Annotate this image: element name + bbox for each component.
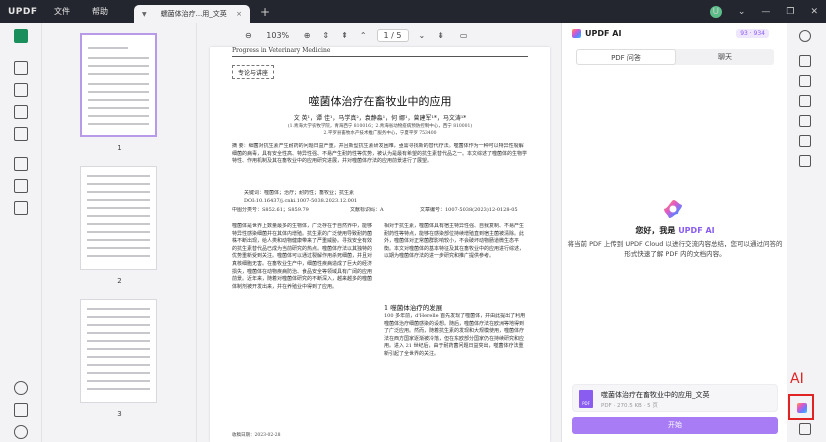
thumbnail-panel: 1 2 3 — [42, 23, 197, 442]
zoom-in-icon[interactable]: ⊕ — [304, 31, 311, 40]
file-card[interactable]: PDF 噬菌体治疗在畜牧业中的应用_文英 PDF · 270.5 KB · 5 … — [572, 384, 778, 412]
tab-chat[interactable]: 聊天 — [676, 49, 774, 65]
ai-panel-title: UPDF AI — [585, 29, 622, 38]
search-icon[interactable] — [799, 30, 811, 42]
paper-title: 噬菌体治疗在畜牧业中的应用 — [308, 95, 452, 108]
chevron-down-icon[interactable]: ⌄ — [738, 7, 746, 17]
protect-tool-icon[interactable] — [14, 127, 28, 141]
document-tab[interactable]: ▼ 蠕菌体治疗...用_文英 × — [134, 5, 250, 23]
first-page-icon[interactable]: ⇞ — [341, 31, 348, 40]
document-page: Progress in Veterinary Medicine 专论与讲座 噬菌… — [210, 47, 550, 442]
ai-button-highlight[interactable] — [788, 394, 814, 420]
thumbnail-label: 2 — [117, 277, 122, 285]
comment-tool-icon[interactable] — [14, 61, 28, 75]
menu-help[interactable]: 帮助 — [92, 6, 108, 17]
pdf-file-icon: PDF — [579, 390, 593, 408]
maximize-icon[interactable]: ❐ — [786, 7, 794, 17]
form-tool-icon[interactable] — [14, 105, 28, 119]
updf-ai-button-icon[interactable] — [797, 403, 807, 413]
received-date: 收稿日期：2023-02-28 — [232, 433, 281, 438]
share-icon[interactable] — [799, 115, 811, 127]
header-rule — [232, 56, 528, 57]
annotation-label: AI — [790, 371, 804, 387]
zoom-out-icon[interactable]: ⊖ — [245, 31, 252, 40]
body-column-2b: 100 多年前，d'Herelle 首先发现了噬菌体，并由此提出了利用噬菌体治疗… — [384, 313, 526, 357]
paper-authors: 文 英¹，谭 佳¹，马学真²，袁静淼¹，何 娜¹，曾建军¹*，马文涛¹* — [293, 115, 467, 122]
title-bar: UPDF 文件 帮助 ▼ 蠕菌体治疗...用_文英 × + U ⌄ — ❐ ✕ — [0, 0, 826, 23]
window-controls: U ⌄ — ❐ ✕ — [702, 0, 826, 23]
save-icon[interactable] — [799, 155, 811, 167]
thumbnail-page-1[interactable] — [80, 33, 157, 137]
section-heading: 1 噬菌体治疗的发展 — [384, 304, 443, 312]
column-tag: 专论与讲座 — [232, 65, 274, 79]
new-tab-button[interactable]: + — [260, 5, 270, 19]
file-name: 噬菌体治疗在畜牧业中的应用_文英 — [601, 391, 710, 399]
zoom-level[interactable]: 103% — [258, 31, 298, 40]
journal-name: Progress in Veterinary Medicine — [232, 47, 331, 54]
page-tool-icon[interactable] — [14, 201, 28, 215]
abstract: 摘 要：细菌对抗生素产生耐药的问题日益严重，并且新型抗生素研发困难，亟需寻找新的… — [232, 143, 528, 165]
body-column-2: 相对于抗生素，噬菌体具有宿主特异性强、自我复制、不易产生耐药性等特点，能够在感染… — [384, 223, 525, 260]
updf-ai-logo-icon — [664, 200, 682, 218]
convert-icon[interactable] — [799, 75, 811, 87]
start-button[interactable]: 开始 — [572, 417, 778, 434]
email-icon[interactable] — [799, 135, 811, 147]
reader-tool-icon[interactable] — [14, 29, 28, 43]
tab-pdf-qa[interactable]: PDF 问答 — [576, 49, 676, 65]
clc-number: 中图分类号：S852.61；S859.79 — [232, 207, 309, 213]
page-indicator[interactable]: 1 / 5 — [376, 28, 409, 42]
thumbnail-page-3[interactable] — [80, 299, 157, 403]
ai-tab-bar: PDF 问答 聊天 — [576, 49, 774, 65]
affiliation-2: 2.平罗县畜牧水产技术推广服务中心，宁夏平罗 753400 — [323, 131, 437, 136]
file-meta: PDF · 270.5 KB · 5 页 — [601, 403, 658, 409]
ocr-icon[interactable] — [799, 55, 811, 67]
close-window-icon[interactable]: ✕ — [810, 7, 818, 17]
affiliation-1: (1.青海大学农牧学院，青海西宁 810016；2.青海省动物疫病预防控制中心，… — [287, 124, 473, 129]
ai-description: 将当前 PDF 上传到 UPDF Cloud 以进行交流内容总结，您可以通过问答… — [567, 240, 783, 258]
thumbnail-label: 3 — [117, 410, 122, 418]
fit-page-icon[interactable]: ⇕ — [322, 31, 329, 40]
bookmark-icon[interactable] — [14, 403, 28, 417]
updf-ai-icon — [572, 29, 581, 38]
user-avatar[interactable]: U — [709, 5, 722, 18]
comment-icon[interactable]: ▭ — [460, 31, 468, 40]
thumbnail-page-2[interactable] — [80, 166, 157, 270]
thumbnail-label: 1 — [117, 144, 122, 152]
minimize-icon[interactable]: — — [761, 7, 770, 17]
tab-close-icon[interactable]: × — [236, 10, 242, 18]
ai-panel: UPDF AI 93 · 934 PDF 问答 聊天 您好，我是 UPDF AI… — [561, 23, 787, 442]
left-toolbar — [0, 23, 42, 442]
ai-credits-badge[interactable]: 93 · 934 — [736, 29, 769, 38]
app-logo: UPDF — [8, 6, 38, 17]
doi: DOI:10.16437/j.cnki.1007-5038.2023.12.00… — [244, 198, 358, 204]
document-toolbar: ⊖ 103% ⊕ ⇕ ⇞ ⌃ 1 / 5 ⌄ ⇟ ▭ — [197, 23, 561, 47]
page-separator: / — [391, 30, 394, 40]
ai-greeting: 您好，我是 UPDF AI — [635, 226, 715, 235]
layers-icon[interactable] — [14, 381, 28, 395]
menu-file[interactable]: 文件 — [54, 6, 70, 17]
crop-tool-icon[interactable] — [14, 179, 28, 193]
ai-panel-header: UPDF AI — [572, 29, 621, 38]
next-page-icon[interactable]: ⌄ — [419, 31, 426, 40]
organize-tool-icon[interactable] — [14, 157, 28, 171]
chat-icon[interactable] — [799, 423, 811, 435]
current-page[interactable]: 1 — [384, 31, 389, 40]
attachment-icon[interactable] — [14, 425, 28, 439]
total-pages: 5 — [396, 30, 402, 40]
last-page-icon[interactable]: ⇟ — [437, 31, 444, 40]
tab-dropdown-icon[interactable]: ▼ — [142, 11, 147, 18]
keywords: 关键词：噬菌体；治疗；耐药性；畜牧业；抗生素 — [244, 190, 355, 196]
article-number: 文章编号：1007-5038(2023)12-0128-05 — [420, 207, 518, 213]
edit-tool-icon[interactable] — [14, 83, 28, 97]
body-column-1: 噬菌体是世界上数量最多的生物体，广泛存在于自然界中，能够特异性感染细菌并在其体内… — [232, 223, 373, 290]
document-code: 文献标识码：A — [350, 207, 384, 213]
prev-page-icon[interactable]: ⌃ — [360, 31, 367, 40]
protect-icon[interactable] — [799, 95, 811, 107]
tab-title: 蠕菌体治疗...用_文英 — [160, 10, 227, 18]
